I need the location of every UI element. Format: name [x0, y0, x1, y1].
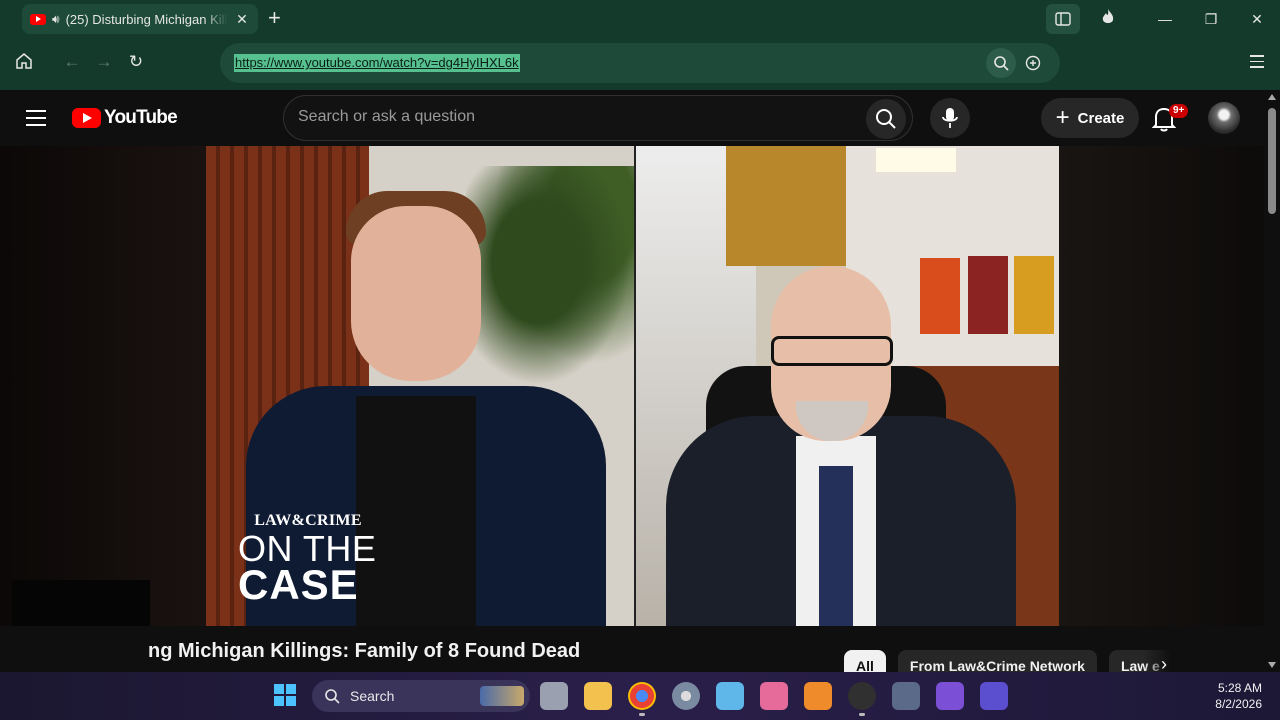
youtube-favicon-icon	[30, 13, 46, 25]
browser-titlebar: 🔊︎ (25) Disturbing Michigan Killings: Fa…	[0, 0, 1280, 38]
calculator-icon[interactable]	[892, 682, 920, 710]
taskbar-search-label: Search	[350, 688, 395, 704]
back-icon[interactable]: ←	[60, 52, 84, 72]
scroll-up-icon[interactable]	[1268, 94, 1276, 100]
video-right-guest	[636, 146, 1059, 626]
tab-title: (25) Disturbing Michigan Killings: Famil…	[65, 11, 228, 27]
video-title: ng Michigan Killings: Family of 8 Found …	[148, 640, 581, 662]
file-explorer-icon[interactable]	[584, 682, 612, 710]
show-logo-overlay: LAW&CRIME ON THE CASE	[238, 512, 378, 608]
search-box[interactable]	[283, 95, 913, 141]
youtube-logo-text: YouTube	[104, 107, 178, 128]
ambient-background-left	[0, 146, 206, 626]
page-scrollbar[interactable]	[1264, 90, 1280, 672]
windows-taskbar: Search 5:28 AM 8/2/2026	[0, 672, 1280, 720]
snipping-tool-icon[interactable]	[760, 682, 788, 710]
new-tab-icon[interactable]: +	[268, 6, 281, 30]
browser-menu-icon[interactable]	[1250, 55, 1264, 72]
windows-start-icon[interactable]	[274, 684, 296, 706]
clock-time: 5:28 AM	[1217, 681, 1262, 695]
search-highlight-image	[480, 686, 524, 706]
clock-date: 8/2/2026	[1215, 697, 1262, 711]
search-icon	[325, 689, 340, 704]
reload-icon[interactable]: ↻	[124, 52, 148, 72]
avatar[interactable]	[1208, 102, 1240, 134]
youtube-play-icon	[72, 108, 101, 128]
voice-search-button[interactable]	[930, 98, 970, 138]
app-icon[interactable]	[980, 682, 1008, 710]
forward-icon[interactable]: →	[92, 52, 116, 72]
settings-icon[interactable]	[672, 682, 700, 710]
ambient-background-right	[1059, 146, 1264, 626]
url-text[interactable]: https://www.youtube.com/watch?v=dg4HyIHX…	[234, 54, 520, 72]
chat-icon[interactable]	[1018, 48, 1048, 78]
video-player[interactable]: LAW&CRIME ON THE CASE	[0, 146, 1264, 626]
create-button[interactable]: + Create	[1041, 98, 1139, 138]
video-frame[interactable]: LAW&CRIME ON THE CASE	[206, 146, 1059, 626]
system-clock[interactable]: 5:28 AM 8/2/2026	[1215, 680, 1262, 712]
close-tab-icon[interactable]: ✕	[234, 11, 250, 28]
guide-menu-icon[interactable]	[26, 110, 46, 131]
sidebar-toggle-icon[interactable]	[1046, 4, 1080, 34]
restore-icon[interactable]: ❐	[1188, 0, 1234, 38]
speaker-icon[interactable]: 🔊︎	[52, 12, 60, 27]
search-input[interactable]	[298, 108, 838, 126]
plus-icon: +	[1055, 104, 1070, 131]
create-label: Create	[1077, 109, 1125, 127]
minimize-icon[interactable]: ―	[1142, 0, 1188, 38]
window-close-icon[interactable]: ✕	[1234, 0, 1280, 38]
youtube-logo[interactable]: YouTube	[72, 107, 178, 129]
microphone-icon	[942, 108, 958, 128]
flame-icon[interactable]	[1100, 8, 1116, 31]
taskbar-search[interactable]: Search	[312, 680, 530, 712]
notepad-icon[interactable]	[716, 682, 744, 710]
mini-player	[12, 580, 150, 626]
address-bar[interactable]: https://www.youtube.com/watch?v=dg4HyIHX…	[220, 43, 1060, 83]
scroll-down-icon[interactable]	[1268, 662, 1276, 668]
obs-icon[interactable]	[848, 682, 876, 716]
browser-navbar: ← → ↻ https://www.youtube.com/watch?v=dg…	[0, 38, 1280, 90]
search-icon[interactable]	[986, 48, 1016, 78]
clipchamp-icon[interactable]	[936, 682, 964, 710]
search-icon	[876, 109, 896, 129]
home-icon[interactable]	[12, 52, 36, 75]
scroll-thumb[interactable]	[1268, 108, 1276, 214]
fl-studio-icon[interactable]	[804, 682, 832, 710]
overlay-line-2: CASE	[238, 561, 359, 608]
chrome-icon[interactable]	[628, 682, 656, 716]
task-view-icon[interactable]	[540, 682, 568, 710]
notification-badge: 9+	[1169, 104, 1189, 118]
search-button[interactable]	[866, 99, 906, 139]
browser-tab[interactable]: 🔊︎ (25) Disturbing Michigan Killings: Fa…	[22, 4, 258, 34]
below-player: ng Michigan Killings: Family of 8 Found …	[0, 626, 1264, 682]
youtube-header: YouTube + Create 9+	[0, 90, 1264, 146]
